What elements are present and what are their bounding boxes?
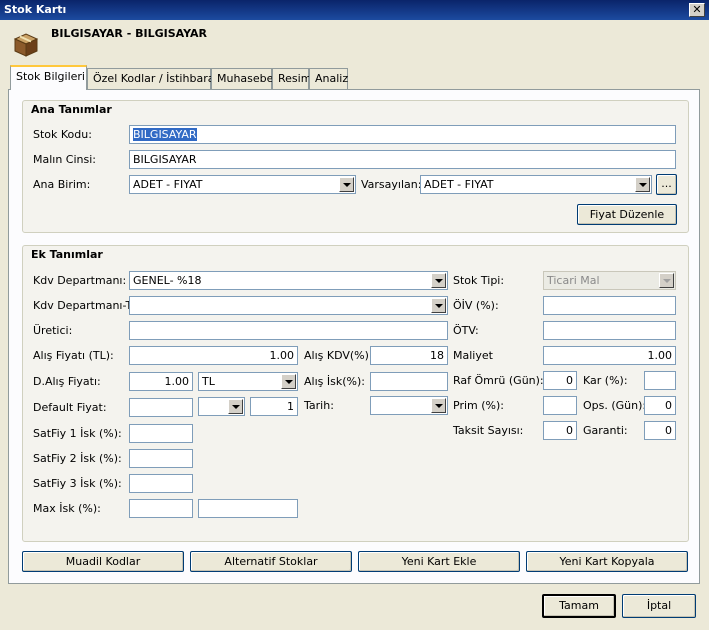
- oiv-input[interactable]: [543, 296, 676, 315]
- kdv-departmani-label: Kdv Departmanı:: [33, 274, 127, 287]
- chevron-down-icon[interactable]: [228, 399, 243, 414]
- alis-kdv-label: Alış KDV(%):: [304, 349, 373, 362]
- stok-kodu-label: Stok Kodu:: [33, 128, 92, 141]
- max-isk-input[interactable]: [129, 499, 193, 518]
- kdv-departmani-t-select[interactable]: [129, 296, 448, 315]
- taksit-sayisi-input[interactable]: 0: [543, 421, 577, 440]
- varsayilan-select[interactable]: ADET - FIYAT: [420, 175, 652, 194]
- max-isk-extra-input[interactable]: [198, 499, 298, 518]
- varsayilan-label: Varsayılan:: [361, 178, 422, 191]
- stok-kodu-input[interactable]: BILGISAYAR: [129, 125, 676, 144]
- tamam-button[interactable]: Tamam: [542, 594, 616, 618]
- oiv-label: ÖİV (%):: [453, 299, 499, 312]
- max-isk-label: Max İsk (%):: [33, 502, 101, 515]
- garanti-input[interactable]: 0: [644, 421, 676, 440]
- default-fiyat-number[interactable]: 1: [250, 397, 298, 416]
- doviz-value: TL: [202, 375, 215, 388]
- maliyet-input[interactable]: 1.00: [543, 346, 676, 365]
- d-alis-fiyati-input[interactable]: 1.00: [129, 372, 193, 391]
- fiyat-duzenle-button[interactable]: Fiyat Düzenle: [577, 204, 677, 225]
- chevron-down-icon[interactable]: [281, 374, 296, 389]
- tab-analiz[interactable]: Analiz: [309, 68, 348, 89]
- uretici-label: Üretici:: [33, 324, 73, 337]
- alis-isk-label: Alış İsk(%):: [304, 375, 365, 388]
- ek-tanimlar-title: Ek Tanımlar: [31, 248, 103, 261]
- chevron-down-icon: [659, 273, 674, 288]
- prim-input[interactable]: [543, 396, 577, 415]
- kar-input[interactable]: [644, 371, 676, 390]
- chevron-down-icon[interactable]: [431, 398, 446, 413]
- tab-stok-bilgileri[interactable]: Stok Bilgileri: [10, 65, 87, 90]
- chevron-down-icon[interactable]: [339, 177, 354, 192]
- otv-input[interactable]: [543, 321, 676, 340]
- stok-tipi-select: Ticari Mal: [543, 271, 676, 290]
- varsayilan-value: ADET - FIYAT: [424, 178, 494, 191]
- chevron-down-icon[interactable]: [431, 273, 446, 288]
- satfiy3-label: SatFiy 3 İsk (%):: [33, 477, 122, 490]
- tab-muhasebe[interactable]: Muhasebe: [211, 68, 273, 89]
- ana-birim-select[interactable]: ADET - FIYAT: [129, 175, 356, 194]
- close-button[interactable]: ✕: [689, 3, 705, 17]
- kdv-departmani-value: GENEL- %18: [133, 274, 202, 287]
- tarih-select[interactable]: [370, 396, 448, 415]
- malin-cinsi-label: Malın Cinsi:: [33, 153, 97, 166]
- ana-birim-label: Ana Birim:: [33, 178, 91, 191]
- alis-fiyati-input[interactable]: 1.00: [129, 346, 298, 365]
- ops-input[interactable]: 0: [644, 396, 676, 415]
- box-icon: [12, 30, 40, 58]
- card-title: BILGISAYAR - BILGISAYAR: [51, 27, 207, 40]
- satfiy1-label: SatFiy 1 İsk (%):: [33, 427, 122, 440]
- chevron-down-icon[interactable]: [431, 298, 446, 313]
- default-fiyat-select[interactable]: [198, 397, 245, 416]
- doviz-select[interactable]: TL: [198, 372, 298, 391]
- satfiy2-label: SatFiy 2 İsk (%):: [33, 452, 122, 465]
- ana-tanimlar-title: Ana Tanımlar: [31, 103, 112, 116]
- alternatif-stoklar-button[interactable]: Alternatif Stoklar: [190, 551, 352, 572]
- window-title: Stok Kartı: [4, 3, 67, 16]
- ops-label: Ops. (Gün):: [583, 399, 647, 412]
- default-fiyat-input[interactable]: [129, 398, 193, 417]
- garanti-label: Garanti:: [583, 424, 628, 437]
- tab-ozel-kodlar[interactable]: Özel Kodlar / İstihbarat: [87, 68, 219, 89]
- ana-birim-value: ADET - FIYAT: [133, 178, 203, 191]
- stok-kodu-value: BILGISAYAR: [133, 128, 197, 141]
- satfiy2-input[interactable]: [129, 449, 193, 468]
- alis-kdv-input[interactable]: 18: [370, 346, 448, 365]
- tab-resim[interactable]: Resim: [272, 68, 311, 89]
- otv-label: ÖTV:: [453, 324, 479, 337]
- yeni-kart-ekle-button[interactable]: Yeni Kart Ekle: [358, 551, 520, 572]
- raf-omru-label: Raf Ömrü (Gün):: [453, 374, 544, 387]
- alis-isk-input[interactable]: [370, 372, 448, 391]
- raf-omru-input[interactable]: 0: [543, 371, 577, 390]
- alis-fiyati-label: Alış Fiyatı (TL):: [33, 349, 114, 362]
- prim-label: Prim (%):: [453, 399, 504, 412]
- stok-tipi-label: Stok Tipi:: [453, 274, 505, 287]
- kar-label: Kar (%):: [583, 374, 628, 387]
- uretici-input[interactable]: [129, 321, 448, 340]
- stok-tipi-value: Ticari Mal: [547, 274, 600, 287]
- maliyet-label: Maliyet: [453, 349, 493, 362]
- d-alis-fiyati-label: D.Alış Fiyatı:: [33, 375, 101, 388]
- taksit-sayisi-label: Taksit Sayısı:: [453, 424, 524, 437]
- window-titlebar: Stok Kartı ✕: [0, 0, 709, 20]
- yeni-kart-kopyala-button[interactable]: Yeni Kart Kopyala: [526, 551, 688, 572]
- default-fiyat-label: Default Fiyat:: [33, 401, 107, 414]
- kdv-departmani-t-label: Kdv Departmanı-T:: [33, 299, 135, 312]
- kdv-departmani-select[interactable]: GENEL- %18: [129, 271, 448, 290]
- iptal-button[interactable]: İptal: [622, 594, 696, 618]
- satfiy3-input[interactable]: [129, 474, 193, 493]
- malin-cinsi-input[interactable]: BILGISAYAR: [129, 150, 676, 169]
- satfiy1-input[interactable]: [129, 424, 193, 443]
- chevron-down-icon[interactable]: [635, 177, 650, 192]
- muadil-kodlar-button[interactable]: Muadil Kodlar: [22, 551, 184, 572]
- browse-button[interactable]: ...: [656, 174, 677, 195]
- tarih-label: Tarih:: [304, 399, 334, 412]
